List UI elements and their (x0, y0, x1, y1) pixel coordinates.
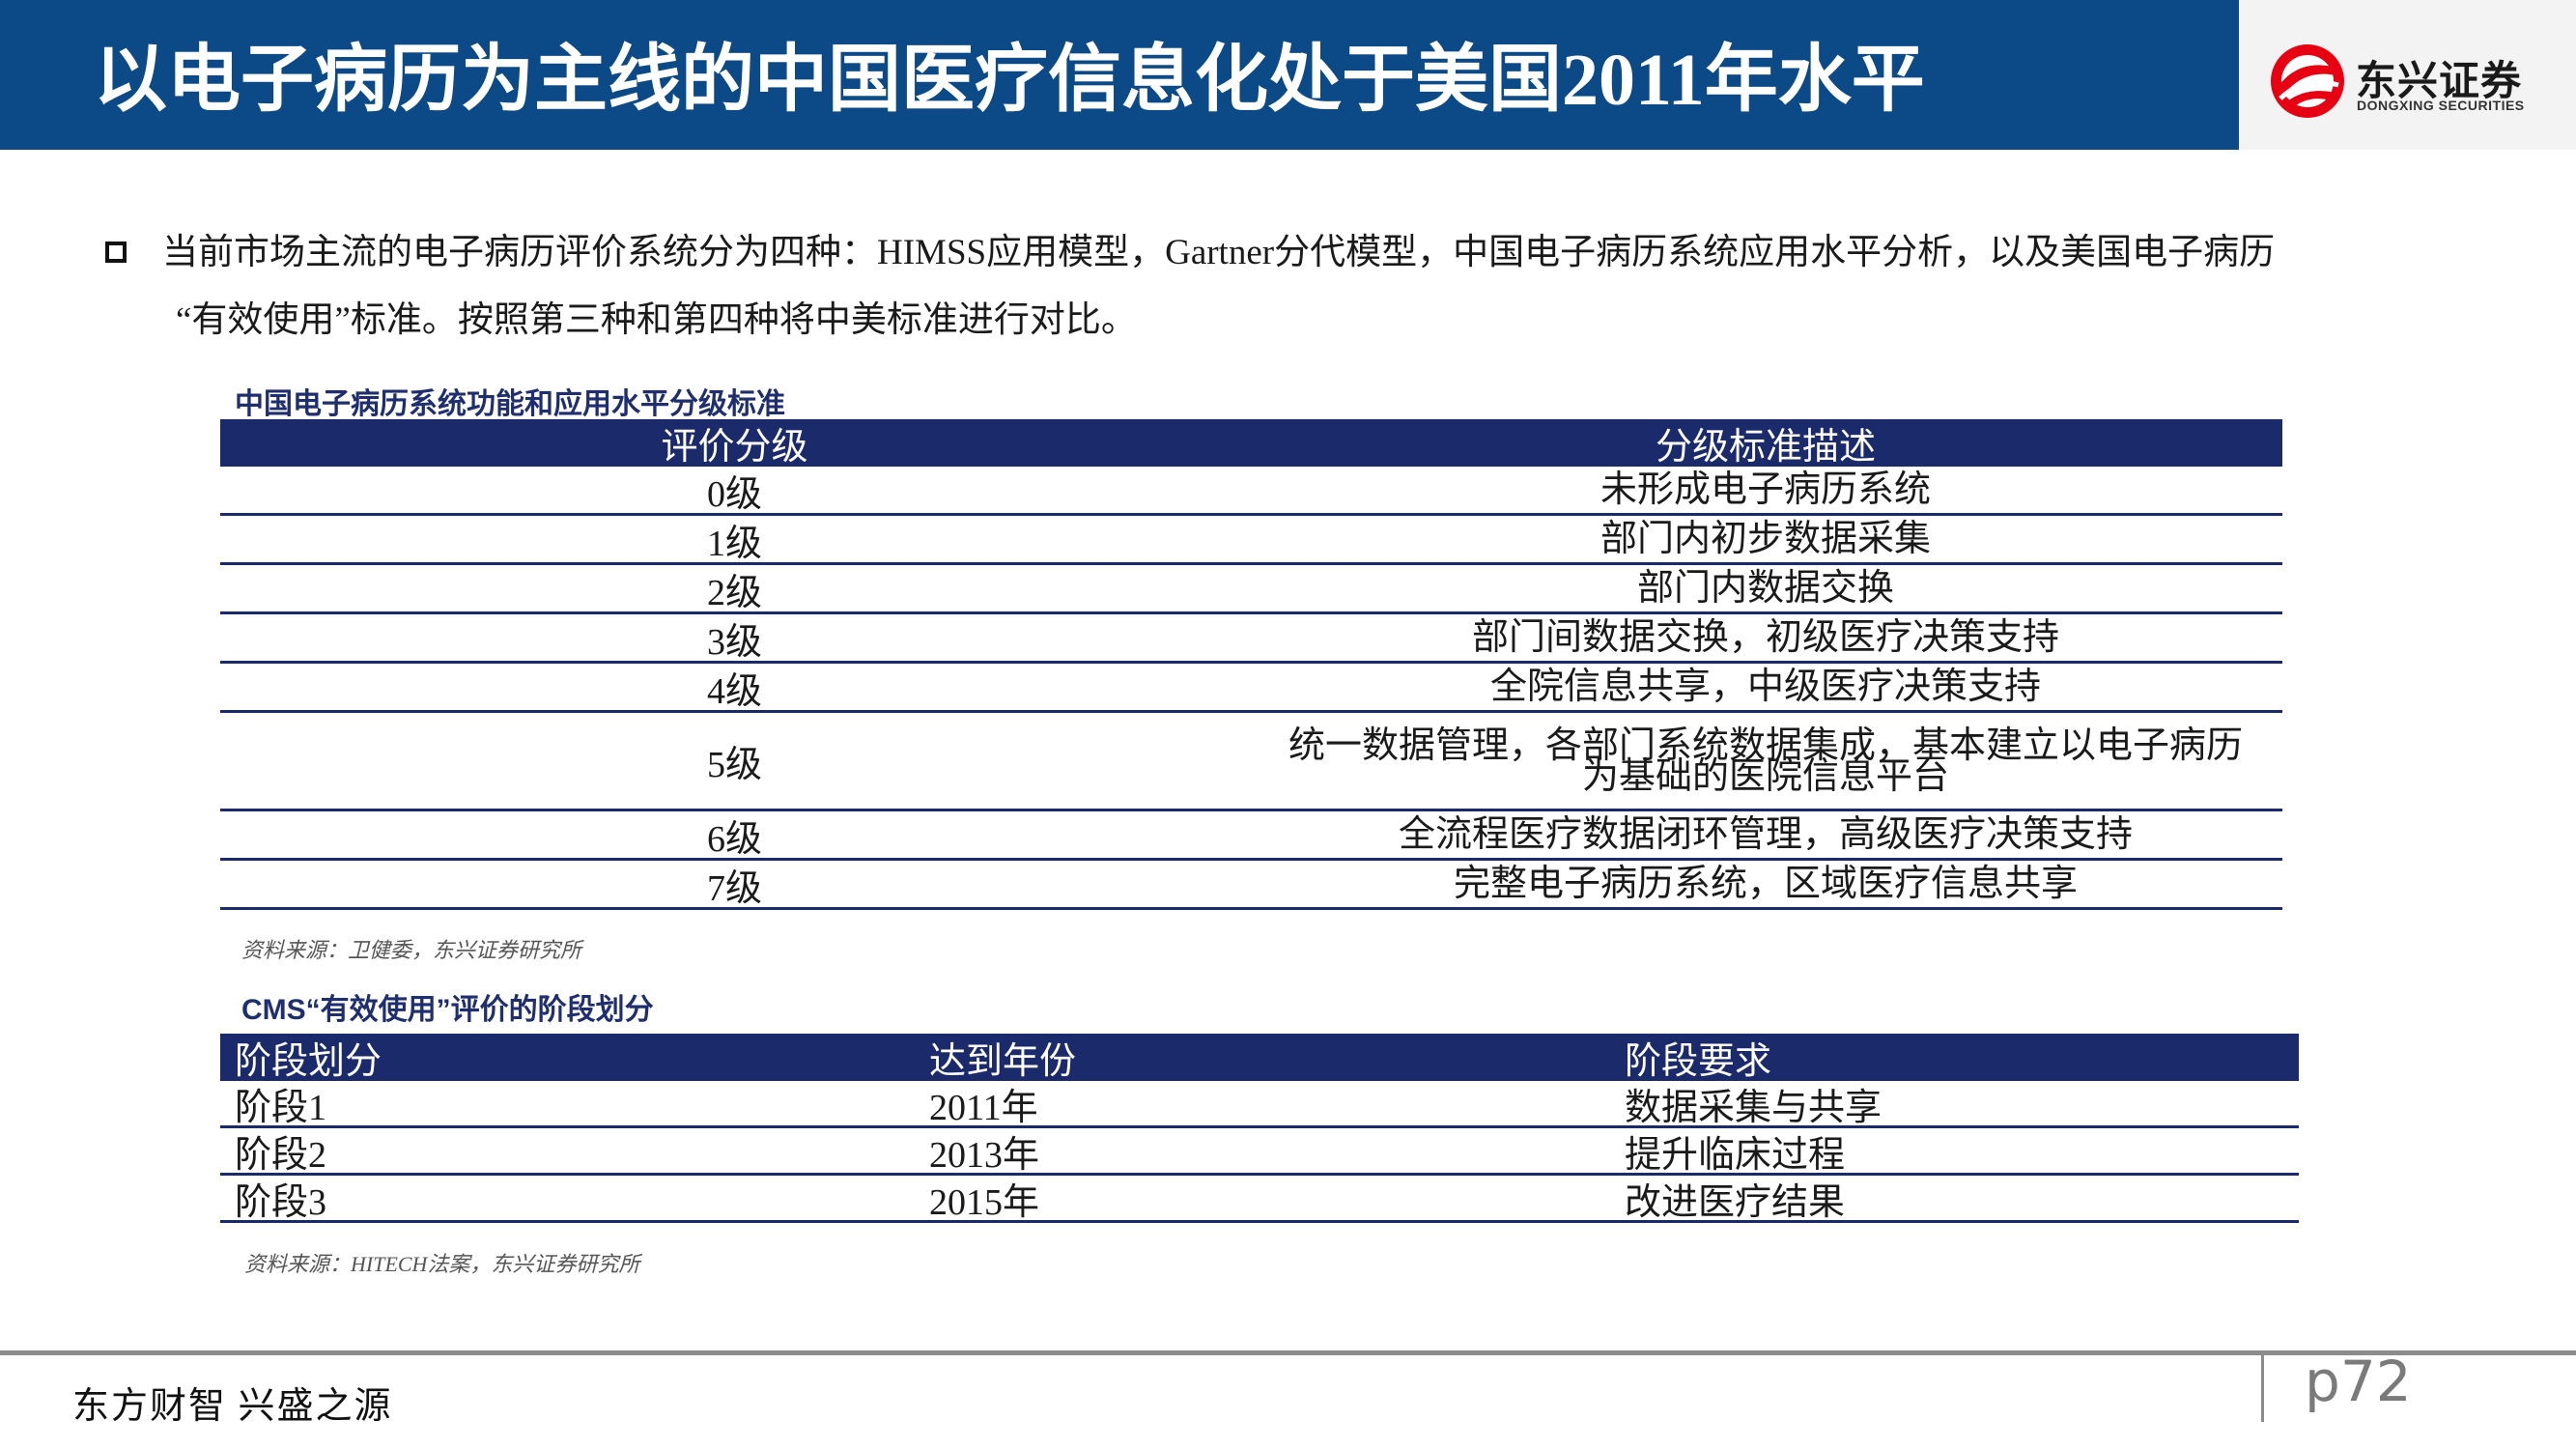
cms-stage-table: 阶段划分 达到年份 阶段要求 阶段1 2011年 数据采集与共享 阶段2 201… (220, 1034, 2299, 1223)
desc-line: 完整电子病历系统，区域医疗信息共享 (1453, 864, 2078, 904)
table1-cell-desc: 统一数据管理，各部门系统数据集成，基本建立以电子病历 为基础的医院信息平台 (1249, 713, 2282, 809)
table2-cell-stage: 阶段1 (235, 1087, 327, 1128)
header-bar: 以电子病历为主线的中国医疗信息化处于美国2011年水平 (0, 0, 2239, 150)
table2-cell-requirement: 数据采集与共享 (1625, 1087, 1882, 1128)
table1-cell-level: 1级 (706, 523, 762, 564)
table2-header-requirement: 阶段要求 (1625, 1041, 1772, 1082)
table-row: 4级 全院信息共享，中级医疗决策支持 (220, 664, 2282, 713)
table1-source-note: 资料来源：卫健委，东兴证券研究所 (241, 938, 582, 962)
table2-title: CMS“有效使用”评价的阶段划分 (241, 994, 654, 1026)
table1-cell-desc: 部门内数据交换 (1249, 565, 2282, 611)
table-row: 6级 全流程医疗数据闭环管理，高级医疗决策支持 (220, 811, 2282, 861)
table1-cell-desc: 全流程医疗数据闭环管理，高级医疗决策支持 (1249, 811, 2282, 858)
table2-cell-requirement: 提升临床过程 (1625, 1134, 1846, 1176)
table-row: 7级 完整电子病历系统，区域医疗信息共享 (220, 861, 2282, 910)
table-row: 阶段3 2015年 改进医疗结果 (220, 1176, 2299, 1223)
table-row: 5级 统一数据管理，各部门系统数据集成，基本建立以电子病历 为基础的医院信息平台 (220, 713, 2282, 811)
table2-cell-year: 2011年 (929, 1087, 1038, 1128)
table1-cell-desc: 部门内初步数据采集 (1249, 516, 2282, 562)
table2-header-row: 阶段划分 达到年份 阶段要求 (220, 1034, 2299, 1082)
table2-source-note: 资料来源：HITECH法案，东兴证券研究所 (244, 1252, 640, 1276)
desc-line: 未形成电子病历系统 (1599, 469, 1931, 510)
table-row: 阶段2 2013年 提升临床过程 (220, 1128, 2299, 1176)
desc-line: 部门内数据交换 (1636, 568, 1894, 609)
table2-cell-year: 2013年 (929, 1134, 1040, 1176)
table1-cell-level: 3级 (706, 621, 762, 663)
table2-cell-requirement: 改进医疗结果 (1625, 1181, 1846, 1223)
table-row: 阶段1 2011年 数据采集与共享 (220, 1081, 2299, 1128)
table1-header-desc: 分级标准描述 (1249, 419, 2282, 468)
table2-header-year: 达到年份 (929, 1041, 1077, 1082)
table1-cell-desc: 部门间数据交换，初级医疗决策支持 (1249, 614, 2282, 661)
logo-name-en: DONGXING SECURITIES (2357, 98, 2525, 113)
table1-cell-desc: 全院信息共享，中级医疗决策支持 (1249, 664, 2282, 710)
footer-vertical-divider (2261, 1352, 2264, 1422)
intro-text-line-1: 当前市场主流的电子病历评价系统分为四种：HIMSS应用模型，Gartner分代模… (162, 233, 2276, 272)
desc-line: 全院信息共享，中级医疗决策支持 (1489, 667, 2041, 707)
desc-line: 部门间数据交换，初级医疗决策支持 (1471, 617, 2059, 658)
emr-level-table: 评价分级 分级标准描述 0级 未形成电子病历系统 1级 部门内初步数据采集 2级… (220, 419, 2282, 910)
desc-line: 部门内初步数据采集 (1599, 519, 1931, 559)
company-logo: 东兴证券 DONGXING SECURITIES (2239, 0, 2576, 150)
table1-cell-level: 2级 (706, 572, 762, 613)
table1-cell-level: 6级 (706, 818, 762, 860)
table2-cell-stage: 阶段3 (235, 1181, 327, 1223)
footer-slogan: 东方财智 兴盛之源 (72, 1386, 393, 1427)
table1-header-row: 评价分级 分级标准描述 (220, 419, 2282, 468)
page-title: 以电子病历为主线的中国医疗信息化处于美国2011年水平 (94, 40, 1925, 121)
table-row: 1级 部门内初步数据采集 (220, 516, 2282, 565)
footer-divider-line (0, 1350, 2576, 1355)
table-row: 3级 部门间数据交换，初级医疗决策支持 (220, 614, 2282, 664)
table1-cell-level: 0级 (706, 473, 762, 515)
dongxing-logo-icon (2271, 44, 2344, 118)
table2-header-stage: 阶段划分 (235, 1041, 382, 1082)
table1-cell-desc: 未形成电子病历系统 (1249, 467, 2282, 513)
table1-cell-desc: 完整电子病历系统，区域医疗信息共享 (1249, 861, 2282, 907)
hollow-square-bullet-icon (105, 242, 127, 263)
table-row: 0级 未形成电子病历系统 (220, 467, 2282, 516)
page-number: p72 (2305, 1349, 2412, 1414)
table-row: 2级 部门内数据交换 (220, 565, 2282, 614)
table1-cell-level: 7级 (706, 867, 762, 909)
table1-cell-level: 5级 (706, 745, 762, 785)
table2-cell-year: 2015年 (929, 1181, 1040, 1223)
intro-text-line-2: “有效使用”标准。按照第三种和第四种将中美标准进行对比。 (176, 300, 1137, 340)
table1-header-level: 评价分级 (661, 427, 808, 468)
desc-line: 全流程医疗数据闭环管理，高级医疗决策支持 (1398, 814, 2133, 855)
table2-cell-stage: 阶段2 (235, 1134, 327, 1176)
table1-header-desc-label: 分级标准描述 (1655, 427, 1876, 468)
desc-line: 为基础的医院信息平台 (1581, 755, 1949, 797)
table1-cell-level: 4级 (706, 670, 762, 712)
